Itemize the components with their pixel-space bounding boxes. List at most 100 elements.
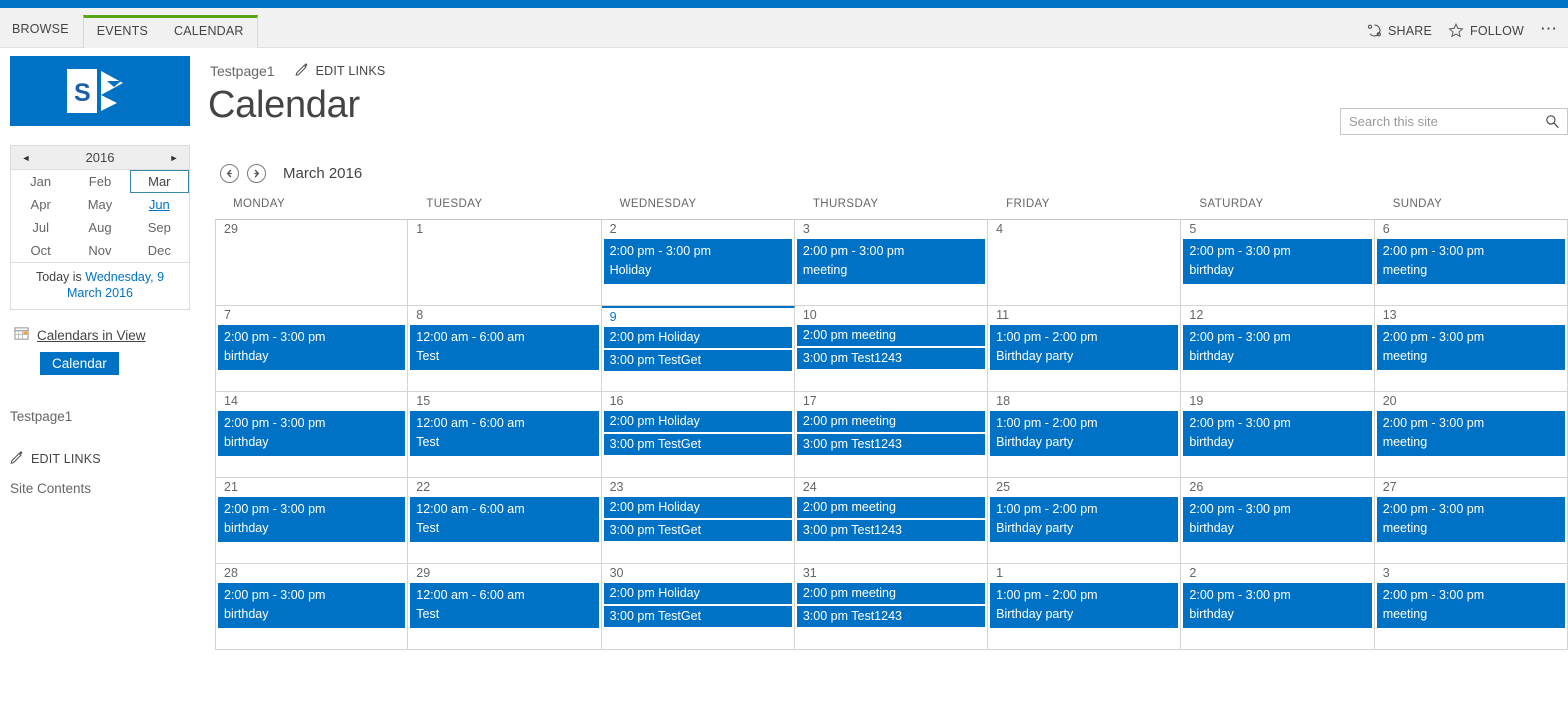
day-number[interactable]: 31 bbox=[795, 564, 987, 583]
calendar-event[interactable]: 2:00 pm Holiday bbox=[603, 497, 792, 518]
day-number[interactable]: 16 bbox=[602, 392, 794, 411]
calendar-day-cell[interactable]: 26 2:00 pm - 3:00 pm birthday bbox=[1181, 478, 1375, 564]
day-number[interactable]: 4 bbox=[988, 220, 1180, 239]
calendar-event[interactable]: 2:00 pm - 3:00 pm birthday bbox=[1183, 411, 1372, 456]
day-number[interactable]: 6 bbox=[1375, 220, 1567, 239]
calendar-day-cell[interactable]: 3 2:00 pm - 3:00 pm meeting bbox=[1374, 564, 1568, 650]
day-number[interactable]: 5 bbox=[1181, 220, 1373, 239]
calendar-day-cell[interactable]: 3 2:00 pm - 3:00 pm meeting bbox=[794, 220, 989, 306]
calendar-day-cell[interactable]: 23 2:00 pm Holiday 3:00 pm TestGet bbox=[601, 478, 795, 564]
calendar-day-cell[interactable]: 28 2:00 pm - 3:00 pm birthday bbox=[215, 564, 409, 650]
day-number[interactable]: 25 bbox=[988, 478, 1180, 497]
mini-calendar-month-dec[interactable]: Dec bbox=[130, 239, 189, 262]
calendar-prev-month-button[interactable] bbox=[220, 163, 239, 183]
calendar-day-cell[interactable]: 11 1:00 pm - 2:00 pm Birthday party bbox=[988, 306, 1182, 392]
tab-events[interactable]: EVENTS bbox=[84, 24, 161, 48]
calendar-event[interactable]: 3:00 pm TestGet bbox=[603, 434, 792, 455]
calendar-event[interactable]: 12:00 am - 6:00 am Test bbox=[410, 411, 599, 456]
calendar-event[interactable]: 2:00 pm - 3:00 pm meeting bbox=[1376, 583, 1565, 628]
mini-calendar-month-oct[interactable]: Oct bbox=[11, 239, 70, 262]
calendar-day-cell[interactable]: 22 12:00 am - 6:00 am Test bbox=[408, 478, 602, 564]
calendar-day-cell[interactable]: 21 2:00 pm - 3:00 pm birthday bbox=[215, 478, 409, 564]
day-number[interactable]: 1 bbox=[408, 220, 600, 239]
calendar-event[interactable]: 2:00 pm - 3:00 pm birthday bbox=[218, 325, 406, 370]
calendars-in-view-label[interactable]: Calendars in View bbox=[37, 328, 146, 343]
calendar-day-cell[interactable]: 18 1:00 pm - 2:00 pm Birthday party bbox=[988, 392, 1182, 478]
day-number[interactable]: 3 bbox=[1375, 564, 1567, 583]
day-number[interactable]: 14 bbox=[216, 392, 407, 411]
day-number[interactable]: 3 bbox=[795, 220, 987, 239]
calendar-event[interactable]: 3:00 pm Test1243 bbox=[796, 434, 986, 455]
mini-calendar-month-aug[interactable]: Aug bbox=[70, 216, 129, 239]
calendar-event[interactable]: 2:00 pm Holiday bbox=[603, 327, 792, 348]
calendar-next-month-button[interactable] bbox=[247, 163, 266, 183]
calendar-day-cell[interactable]: 27 2:00 pm - 3:00 pm meeting bbox=[1374, 478, 1568, 564]
calendar-event[interactable]: 2:00 pm - 3:00 pm Holiday bbox=[603, 239, 792, 284]
day-number[interactable]: 19 bbox=[1181, 392, 1373, 411]
mini-calendar-month-nov[interactable]: Nov bbox=[70, 239, 129, 262]
calendar-day-cell[interactable]: 17 2:00 pm meeting 3:00 pm Test1243 bbox=[794, 392, 989, 478]
day-number[interactable]: 27 bbox=[1375, 478, 1567, 497]
calendar-event[interactable]: 3:00 pm Test1243 bbox=[796, 606, 986, 627]
day-number[interactable]: 13 bbox=[1375, 306, 1567, 325]
breadcrumb-site-link[interactable]: Testpage1 bbox=[210, 63, 275, 79]
calendar-day-cell[interactable]: 4 bbox=[988, 220, 1182, 306]
more-options-icon[interactable]: ⋯ bbox=[1540, 20, 1562, 37]
calendar-event[interactable]: 3:00 pm TestGet bbox=[603, 350, 792, 371]
day-number[interactable]: 29 bbox=[216, 220, 407, 239]
calendar-event[interactable]: 2:00 pm meeting bbox=[796, 497, 986, 518]
calendar-day-cell[interactable]: 2 2:00 pm - 3:00 pm birthday bbox=[1181, 564, 1375, 650]
mini-calendar-month-feb[interactable]: Feb bbox=[70, 170, 129, 193]
calendar-event[interactable]: 2:00 pm - 3:00 pm birthday bbox=[1183, 497, 1372, 542]
calendar-event[interactable]: 1:00 pm - 2:00 pm Birthday party bbox=[990, 411, 1179, 456]
day-number[interactable]: 21 bbox=[216, 478, 407, 497]
header-edit-links-button[interactable]: EDIT LINKS bbox=[295, 62, 386, 79]
calendar-day-cell[interactable]: 1 1:00 pm - 2:00 pm Birthday party bbox=[988, 564, 1182, 650]
calendar-day-cell[interactable]: 5 2:00 pm - 3:00 pm birthday bbox=[1181, 220, 1375, 306]
calendar-day-cell[interactable]: 13 2:00 pm - 3:00 pm meeting bbox=[1374, 306, 1568, 392]
day-number[interactable]: 20 bbox=[1375, 392, 1567, 411]
day-number[interactable]: 29 bbox=[408, 564, 600, 583]
tab-browse[interactable]: BROWSE bbox=[0, 22, 83, 47]
day-number[interactable]: 9 bbox=[602, 308, 794, 327]
calendar-view-chip[interactable]: Calendar bbox=[40, 352, 119, 375]
mini-calendar-month-jul[interactable]: Jul bbox=[11, 216, 70, 239]
calendar-event[interactable]: 2:00 pm Holiday bbox=[603, 583, 792, 604]
share-button[interactable]: SHARE bbox=[1367, 23, 1432, 38]
calendar-day-cell[interactable]: 8 12:00 am - 6:00 am Test bbox=[408, 306, 602, 392]
nav-item-testpage1[interactable]: Testpage1 bbox=[10, 409, 210, 424]
calendar-day-cell[interactable]: 14 2:00 pm - 3:00 pm birthday bbox=[215, 392, 409, 478]
day-number[interactable]: 10 bbox=[795, 306, 987, 325]
calendar-day-cell[interactable]: 29 12:00 am - 6:00 am Test bbox=[408, 564, 602, 650]
day-number[interactable]: 2 bbox=[1181, 564, 1373, 583]
calendar-day-cell[interactable]: 7 2:00 pm - 3:00 pm birthday bbox=[215, 306, 409, 392]
calendar-day-cell[interactable]: 30 2:00 pm Holiday 3:00 pm TestGet bbox=[601, 564, 795, 650]
calendar-event[interactable]: 2:00 pm - 3:00 pm meeting bbox=[1376, 497, 1565, 542]
day-number[interactable]: 15 bbox=[408, 392, 600, 411]
mini-calendar-month-mar[interactable]: Mar bbox=[129, 170, 189, 193]
calendar-event[interactable]: 2:00 pm - 3:00 pm meeting bbox=[1376, 411, 1565, 456]
day-number[interactable]: 2 bbox=[602, 220, 794, 239]
calendar-day-cell[interactable]: 16 2:00 pm Holiday 3:00 pm TestGet bbox=[601, 392, 795, 478]
calendar-event[interactable]: 2:00 pm - 3:00 pm meeting bbox=[1376, 325, 1565, 370]
calendar-event[interactable]: 2:00 pm - 3:00 pm birthday bbox=[1183, 239, 1372, 284]
day-number[interactable]: 30 bbox=[602, 564, 794, 583]
calendar-event[interactable]: 1:00 pm - 2:00 pm Birthday party bbox=[990, 325, 1179, 370]
day-number[interactable]: 18 bbox=[988, 392, 1180, 411]
follow-button[interactable]: FOLLOW bbox=[1448, 23, 1524, 38]
mini-calendar-month-jun[interactable]: Jun bbox=[130, 193, 189, 216]
calendar-event[interactable]: 2:00 pm - 3:00 pm birthday bbox=[218, 583, 406, 628]
day-number[interactable]: 26 bbox=[1181, 478, 1373, 497]
calendar-event[interactable]: 2:00 pm meeting bbox=[796, 411, 986, 432]
calendar-event[interactable]: 1:00 pm - 2:00 pm Birthday party bbox=[990, 583, 1179, 628]
calendar-day-cell[interactable]: 19 2:00 pm - 3:00 pm birthday bbox=[1181, 392, 1375, 478]
calendar-event[interactable]: 2:00 pm - 3:00 pm birthday bbox=[1183, 583, 1372, 628]
tab-calendar[interactable]: CALENDAR bbox=[161, 24, 257, 48]
search-box[interactable] bbox=[1340, 108, 1568, 135]
calendar-event[interactable]: 3:00 pm TestGet bbox=[603, 520, 792, 541]
search-icon[interactable] bbox=[1545, 114, 1567, 129]
calendar-event[interactable]: 3:00 pm Test1243 bbox=[796, 348, 986, 369]
calendar-event[interactable]: 2:00 pm - 3:00 pm meeting bbox=[1376, 239, 1565, 284]
calendar-event[interactable]: 1:00 pm - 2:00 pm Birthday party bbox=[990, 497, 1179, 542]
calendar-event[interactable]: 2:00 pm - 3:00 pm birthday bbox=[218, 497, 406, 542]
